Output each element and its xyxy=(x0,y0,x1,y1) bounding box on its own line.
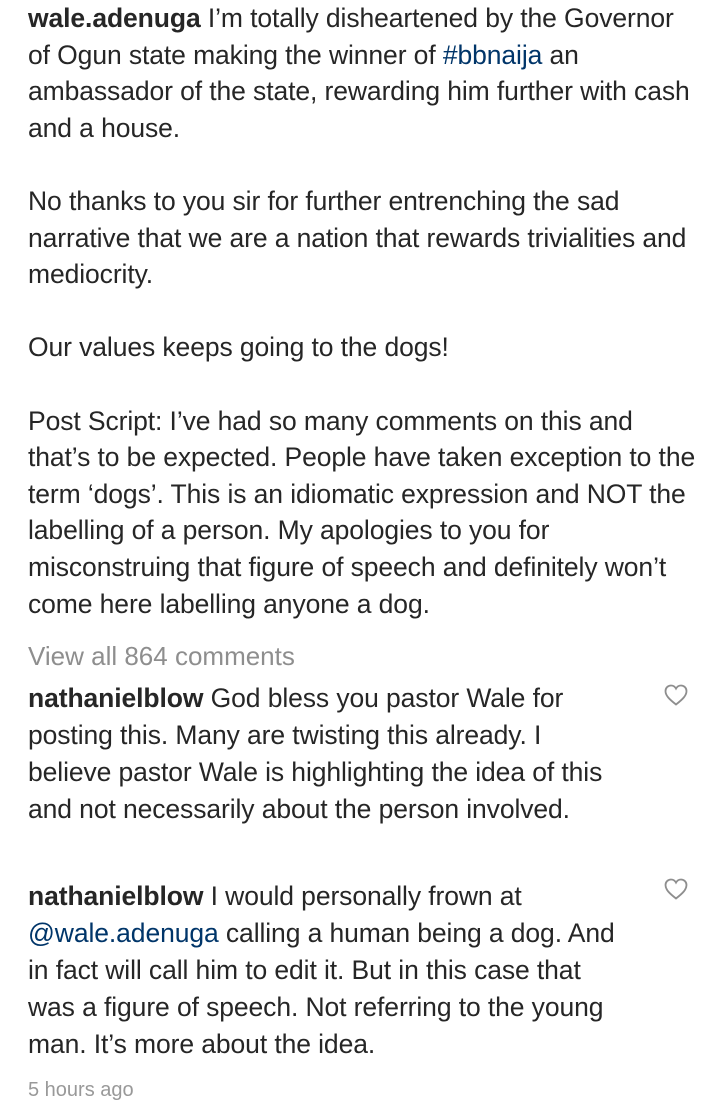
comment-item: nathanielblow God bless you pastor Wale … xyxy=(28,680,628,828)
comment-username[interactable]: nathanielblow xyxy=(28,683,203,713)
post-caption: wale.adenuga I’m totally disheartened by… xyxy=(28,0,698,622)
post-timestamp: 5 hours ago xyxy=(28,1079,134,1101)
hashtag-link[interactable]: #bbnaija xyxy=(443,40,543,70)
heart-outline-icon[interactable] xyxy=(664,878,688,900)
caption-paragraph-4: Post Script: I’ve had so many comments o… xyxy=(28,405,696,619)
post-author-username[interactable]: wale.adenuga xyxy=(28,3,201,33)
mention-link[interactable]: @wale.adenuga xyxy=(28,918,219,948)
comment-text: I would personally frown at xyxy=(203,881,522,911)
comment-username[interactable]: nathanielblow xyxy=(28,881,203,911)
view-all-comments-link[interactable]: View all 864 comments xyxy=(28,638,295,674)
caption-paragraph-1: wale.adenuga I’m totally disheartened by… xyxy=(28,0,698,146)
heart-outline-icon[interactable] xyxy=(664,684,688,706)
caption-paragraph-2: No thanks to you sir for further entrenc… xyxy=(28,185,687,290)
caption-paragraph-3: Our values keeps going to the dogs! xyxy=(28,332,449,363)
comment-item: nathanielblow I would personally frown a… xyxy=(28,878,628,1063)
